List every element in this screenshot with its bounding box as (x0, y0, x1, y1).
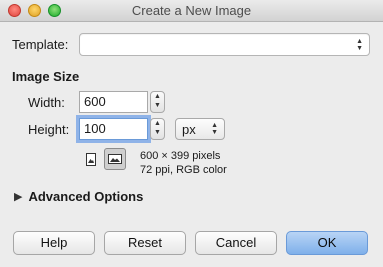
stepper-up-icon: ▲ (154, 120, 161, 127)
unit-value: px (182, 122, 196, 137)
help-button[interactable]: Help (13, 231, 95, 255)
stepper-up-icon: ▲ (154, 93, 161, 100)
size-info-pixels: 600 × 399 pixels (140, 150, 221, 162)
ok-button[interactable]: OK (286, 231, 368, 255)
template-select[interactable]: ▲ ▼ (79, 33, 370, 56)
advanced-options-label: Advanced Options (28, 188, 144, 204)
height-stepper[interactable]: ▲ ▼ (150, 118, 165, 140)
stepper-down-icon: ▼ (154, 102, 161, 109)
image-size-heading: Image Size (12, 69, 80, 84)
stepper-down-icon: ▼ (154, 129, 161, 136)
height-label: Height: (28, 122, 70, 137)
title-bar: Create a New Image (0, 0, 383, 22)
portrait-button[interactable] (80, 148, 102, 170)
disclosure-triangle-icon: ▶ (14, 190, 23, 203)
select-arrows-icon: ▲ ▼ (356, 37, 363, 52)
window-title: Create a New Image (131, 3, 252, 18)
portrait-icon (86, 152, 96, 166)
create-image-dialog: Create a New Image Template: ▲ ▼ Image Si… (0, 0, 383, 267)
width-stepper[interactable]: ▲ ▼ (150, 91, 165, 113)
cancel-button[interactable]: Cancel (195, 231, 277, 255)
width-label: Width: (28, 95, 65, 110)
landscape-button[interactable] (104, 148, 126, 170)
size-info-resolution: 72 ppi, RGB color (140, 164, 227, 176)
height-input[interactable]: 100 (79, 118, 148, 140)
width-input[interactable]: 600 (79, 91, 148, 113)
reset-button[interactable]: Reset (104, 231, 186, 255)
unit-select[interactable]: px ▲ ▼ (175, 118, 225, 140)
advanced-options-toggle[interactable]: ▶ Advanced Options (14, 188, 143, 204)
landscape-icon (108, 154, 122, 164)
template-label: Template: (12, 37, 69, 52)
select-arrows-icon: ▲ ▼ (211, 122, 218, 136)
